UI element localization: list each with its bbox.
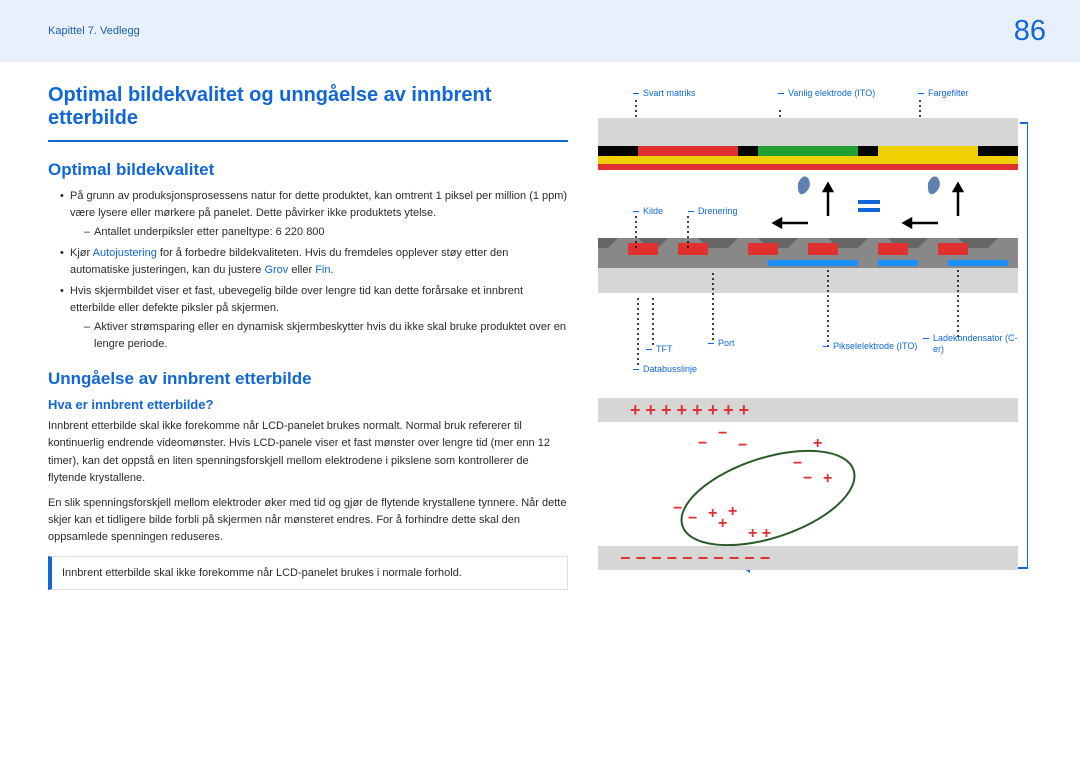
svg-text:−: − xyxy=(803,470,812,487)
svg-text:+: + xyxy=(813,435,822,452)
chapter-label: Kapittel 7. Vedlegg xyxy=(48,25,140,37)
bullet-text: Kjør xyxy=(70,247,93,259)
bullet-item: Hvis skjermbildet viser et fast, ubevege… xyxy=(60,283,568,353)
bullet-text: Hvis skjermbildet viser et fast, ubevege… xyxy=(70,285,523,314)
page-number: 86 xyxy=(1014,15,1046,48)
bullet-text: . xyxy=(330,264,333,276)
svg-text:−: − xyxy=(738,437,747,454)
sub-bullet-text: Antallet underpiksler etter paneltype: 6… xyxy=(84,224,568,241)
note-box: Innbrent etterbilde skal ikke forekomme … xyxy=(48,556,568,591)
svg-text:−: − xyxy=(793,455,802,472)
svg-text:+: + xyxy=(823,470,832,487)
label-drenering: Drenering xyxy=(698,206,738,216)
svg-text:−: − xyxy=(698,435,707,452)
svg-text:+: + xyxy=(728,503,737,520)
svg-text:−: − xyxy=(688,510,697,527)
svg-text:+ +: + + xyxy=(748,525,771,542)
left-column: Optimal bildekvalitet og unngåelse av in… xyxy=(48,84,598,590)
label-vanlig-elektrode: Vanlig elektrode (ITO) xyxy=(788,88,875,99)
lcd-structure-diagram: Svart matriks Vanlig elektrode (ITO) Far… xyxy=(598,88,1028,578)
svg-text:− − − − − − − − − −: − − − − − − − − − − xyxy=(620,548,770,568)
bullet-text: eller xyxy=(288,264,315,276)
section2-title: Unngåelse av innbrent etterbilde xyxy=(48,369,568,389)
label-ladekondensator: Ladekondensator (C-er) xyxy=(933,333,1028,355)
section1-list: På grunn av produksjonsprosessens natur … xyxy=(48,188,568,353)
svg-text:+: + xyxy=(718,515,727,532)
paragraph: Innbrent etterbilde skal ikke forekomme … xyxy=(48,418,568,486)
bullet-item: Kjør Autojustering for å forbedre bildek… xyxy=(60,245,568,279)
section2-subtitle: Hva er innbrent etterbilde? xyxy=(48,397,568,412)
svg-text:−: − xyxy=(673,500,682,517)
page-content: Optimal bildekvalitet og unngåelse av in… xyxy=(0,62,1080,590)
svg-text:−: − xyxy=(718,425,727,442)
page-header: Kapittel 7. Vedlegg 86 xyxy=(0,0,1080,62)
bullet-text: På grunn av produksjonsprosessens natur … xyxy=(70,190,567,219)
paragraph: En slik spenningsforskjell mellom elektr… xyxy=(48,495,568,546)
label-kilde: Kilde xyxy=(643,206,663,216)
bullet-item: På grunn av produksjonsprosessens natur … xyxy=(60,188,568,241)
label-tft: TFT xyxy=(656,344,673,354)
label-svart-matriks: Svart matriks xyxy=(643,88,696,98)
main-title: Optimal bildekvalitet og unngåelse av in… xyxy=(48,84,568,142)
highlight-text: Autojustering xyxy=(93,247,157,259)
label-pikselelektrode: Pikselelektrode (ITO) xyxy=(833,341,917,352)
section1-title: Optimal bildekvalitet xyxy=(48,160,568,180)
svg-text:+ + + + + + + +: + + + + + + + + xyxy=(630,400,749,420)
label-port: Port xyxy=(718,338,735,348)
sub-bullet-text: Aktiver strømsparing eller en dynamisk s… xyxy=(84,319,568,353)
svg-text:+: + xyxy=(708,505,717,522)
label-databusslinje: Databusslinje xyxy=(643,364,697,374)
right-column: Svart matriks Vanlig elektrode (ITO) Far… xyxy=(598,84,1058,590)
label-fargefilter: Fargefilter xyxy=(928,88,969,98)
highlight-text: Grov xyxy=(264,264,288,276)
highlight-text: Fin xyxy=(315,264,330,276)
